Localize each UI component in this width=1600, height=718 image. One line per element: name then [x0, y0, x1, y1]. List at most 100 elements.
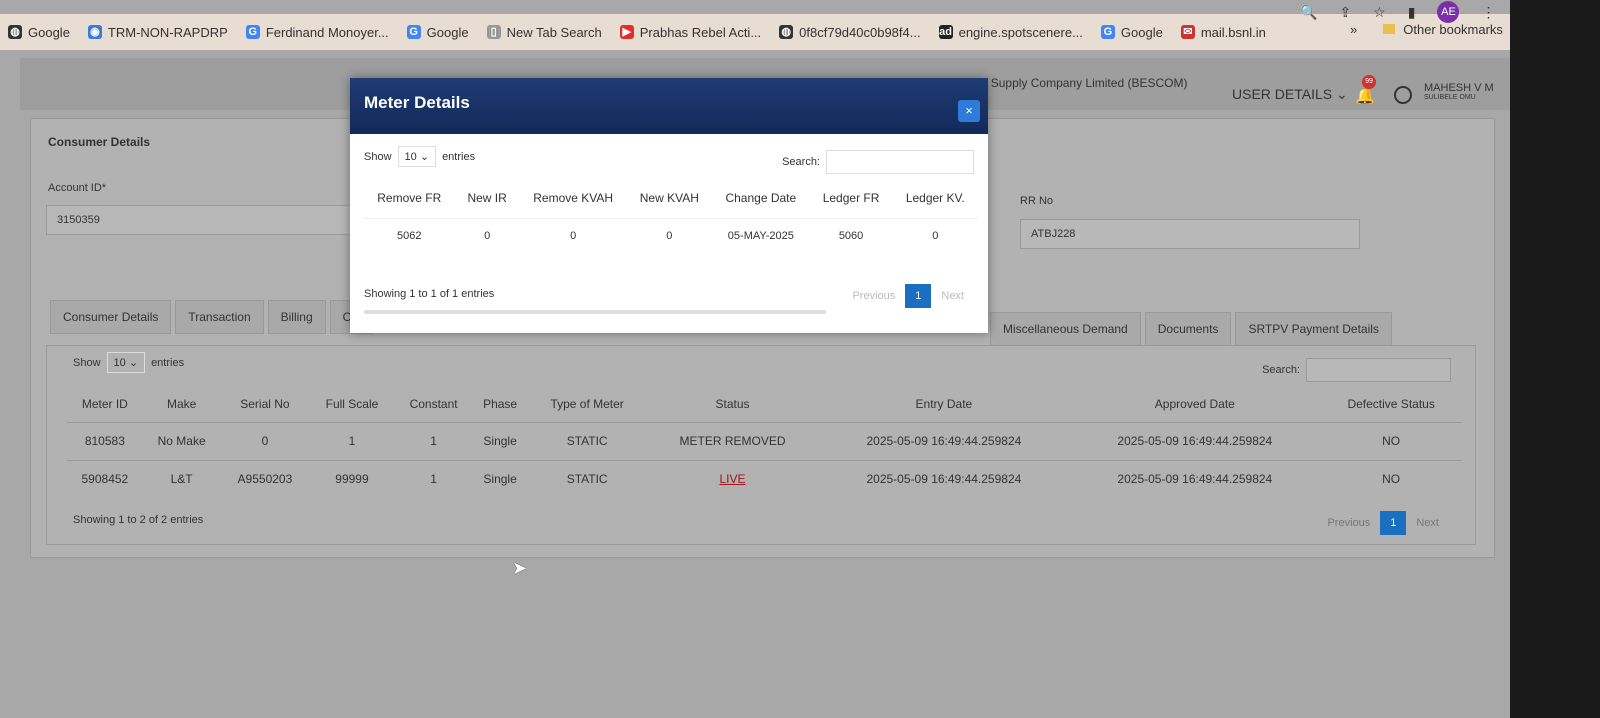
cell-value: METER REMOVED [679, 434, 786, 448]
previous-button[interactable]: Previous [1317, 511, 1380, 535]
bookmark-label: New Tab Search [506, 24, 602, 40]
bookmark[interactable]: ▶ Prabhas Rebel Acti... [619, 24, 762, 40]
overflow-button[interactable]: » [1350, 22, 1357, 37]
horizontal-scrollbar[interactable] [364, 310, 826, 314]
bookmark[interactable]: G Google [1100, 25, 1163, 40]
entries-select[interactable]: 10 ⌄ [106, 352, 146, 373]
modal-table-info: Showing 1 to 1 of 1 entries [364, 288, 495, 300]
column-header[interactable]: Type of Meter [528, 386, 647, 422]
table-cell: 0 [892, 217, 978, 254]
cell-value: 2025-05-09 16:49:44.259824 [1117, 434, 1273, 448]
bookmark[interactable]: G Ferdinand Monoyer... [245, 25, 389, 40]
rr-no-field[interactable]: ATBJ228 [1020, 219, 1360, 249]
column-header[interactable]: Meter ID [67, 386, 143, 422]
search-control: Search: [1262, 358, 1451, 382]
column-header[interactable]: Remove KVAH [520, 178, 627, 218]
column-header[interactable]: Make [143, 386, 221, 422]
column-header[interactable]: Serial No [221, 386, 310, 422]
bell-icon[interactable]: 🔔 [1355, 86, 1375, 106]
share-icon[interactable]: ⇪ [1339, 4, 1351, 21]
table-cell: 1 [394, 459, 473, 498]
column-header[interactable]: Ledger FR [810, 178, 893, 218]
table-cell: 0 [220, 421, 310, 460]
bookmark-label: Google [426, 24, 469, 40]
table-cell: 1 [394, 421, 473, 460]
screen: ◍ Google ◉ TRM-NON-RAPDRP G Ferdinand Monoyer… [0, 0, 1510, 718]
next-button[interactable]: Next [931, 284, 974, 308]
table-info: Showing 1 to 2 of 2 entries [73, 514, 204, 526]
user-name: MAHESH V M [1424, 82, 1494, 94]
cell-value: 05-MAY-2025 [727, 230, 794, 243]
bookmarks-bar: ◍ Google ◉ TRM-NON-RAPDRP G Ferdinand Monoyer… [0, 14, 1510, 50]
column-header[interactable]: Constant [395, 386, 473, 422]
tab-consumer-details[interactable]: Consumer Details [50, 300, 172, 334]
cell-value: A9550203 [237, 472, 293, 487]
page-1-button[interactable]: 1 [905, 284, 932, 308]
cell-value: L&T [170, 472, 193, 487]
table-cell: 5908452 [67, 459, 143, 498]
column-header[interactable]: New KVAH [627, 178, 713, 218]
cell-value: Single [483, 434, 517, 448]
column-header[interactable]: Entry Date [818, 386, 1069, 422]
page-1-button[interactable]: 1 [1380, 511, 1407, 535]
modal-table: Remove FR New IR Remove KVAH New KVAH Change… [364, 178, 978, 254]
table-cell: NO [1320, 421, 1462, 460]
bookmark[interactable]: ◉ TRM-NON-RAPDRP [87, 24, 228, 40]
tab-srtpv[interactable]: SRTPV Payment Details [1235, 312, 1392, 346]
status-link[interactable]: LIVE [720, 472, 746, 486]
tab-billing[interactable]: Billing [267, 300, 326, 334]
tab-documents[interactable]: Documents [1144, 312, 1232, 346]
bookmark-label: TRM-NON-RAPDRP [107, 24, 228, 40]
user-role: SULIBELE OMU [1424, 94, 1476, 101]
column-header[interactable]: Ledger KV. [893, 178, 978, 218]
browser-toolbar: 🔍 ⇪ ☆ ▮ AE ⋮ [1300, 1, 1495, 23]
bookmark[interactable]: ▯ New Tab Search [486, 24, 602, 40]
user-details-menu[interactable]: USER DETAILS ⌄ [1232, 86, 1348, 103]
column-header[interactable]: Remove FR [364, 178, 455, 218]
tab-misc-demand[interactable]: Miscellaneous Demand [990, 312, 1141, 346]
bookmark-label: engine.spotscenere... [958, 24, 1083, 40]
zoom-icon[interactable]: 🔍 [1300, 4, 1317, 21]
user-icon [1394, 86, 1412, 104]
bookmark-label: Prabhas Rebel Acti... [639, 24, 762, 40]
bookmark-label: Google [28, 24, 70, 40]
globe-icon: ◍ [779, 25, 794, 39]
column-header[interactable]: Full Scale [309, 386, 394, 422]
column-header[interactable]: Defective Status [1320, 386, 1462, 422]
bookmark[interactable]: ◍ 0f8cf79d40c0b98f4... [779, 25, 921, 40]
previous-button[interactable]: Previous [842, 284, 905, 308]
user-info[interactable]: MAHESH V M SULIBELE OMU [1424, 82, 1494, 101]
column-header[interactable]: Phase [473, 386, 528, 422]
cell-value: 2025-05-09 16:49:44.259824 [866, 472, 1022, 487]
table-cell: 0 [519, 217, 627, 254]
bookmark[interactable]: ✉ mail.bsnl.in [1180, 25, 1266, 40]
close-button[interactable]: × [958, 100, 980, 122]
next-button[interactable]: Next [1406, 511, 1449, 535]
other-bookmarks[interactable]: Other bookmarks [1383, 22, 1503, 37]
bookmark[interactable]: ◍ Google [8, 25, 70, 40]
cell-value: 2025-05-09 16:49:44.259824 [1117, 472, 1273, 487]
bookmark[interactable]: ad engine.spotscenere... [938, 24, 1083, 40]
sidepanel-icon[interactable]: ▮ [1408, 4, 1416, 21]
bookmark[interactable]: G Google [406, 24, 469, 40]
profile-avatar[interactable]: AE [1437, 1, 1460, 23]
column-header[interactable]: Approved Date [1069, 386, 1320, 422]
column-header[interactable]: Change Date [712, 178, 809, 218]
menu-icon[interactable]: ⋮ [1481, 4, 1495, 21]
folder-icon [1383, 24, 1396, 34]
entries-label: entries [442, 151, 476, 163]
search-input[interactable] [1306, 358, 1451, 382]
column-header[interactable]: New IR [455, 178, 520, 218]
account-id-label: Account ID* [48, 182, 107, 194]
column-header[interactable]: Status [647, 386, 819, 422]
show-label: Show [73, 357, 101, 369]
modal-search-input[interactable] [826, 150, 974, 174]
table-cell: STATIC [527, 421, 647, 460]
search-label: Search: [782, 156, 820, 168]
tab-transaction[interactable]: Transaction [175, 300, 264, 334]
star-icon[interactable]: ☆ [1373, 4, 1386, 21]
account-id-field[interactable]: 3150359 [46, 205, 356, 235]
modal-entries-select[interactable]: 10 ⌄ [397, 146, 437, 167]
cell-value: STATIC [566, 434, 608, 448]
mouse-cursor: ➤ [512, 558, 528, 578]
